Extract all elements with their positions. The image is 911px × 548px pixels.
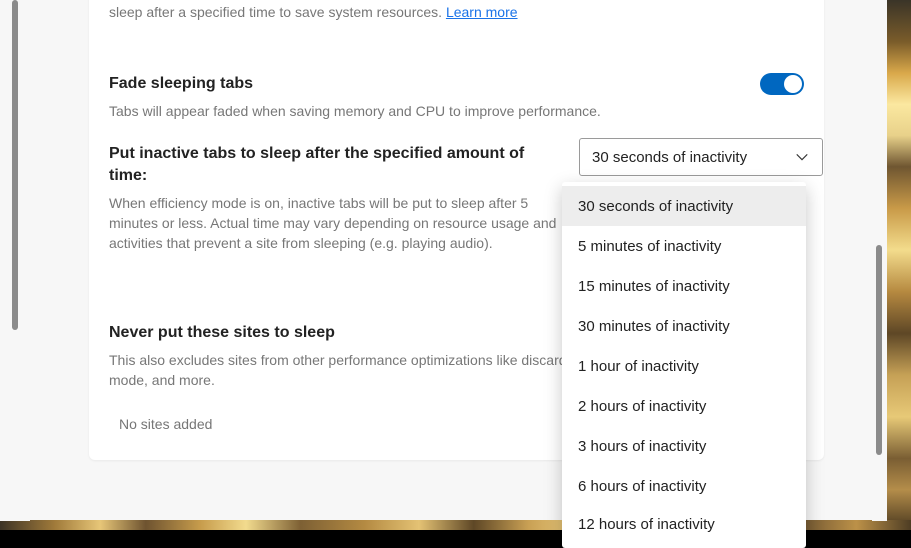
dropdown-option[interactable]: 2 hours of inactivity: [562, 386, 806, 426]
sleep-timeout-select[interactable]: 30 seconds of inactivity: [579, 138, 823, 176]
sleep-timeout-desc: When efficiency mode is on, inactive tab…: [109, 193, 569, 253]
dropdown-option[interactable]: 30 seconds of inactivity: [562, 186, 806, 226]
fade-sleeping-tabs-title: Fade sleeping tabs: [109, 73, 804, 95]
dropdown-option[interactable]: 3 hours of inactivity: [562, 426, 806, 466]
content-scrollbar-thumb[interactable]: [876, 245, 882, 455]
sleeping-tabs-intro-text: sleep after a specified time to save sys…: [109, 4, 518, 20]
learn-more-link[interactable]: Learn more: [446, 4, 518, 20]
sleep-timeout-selected-label: 30 seconds of inactivity: [592, 149, 794, 166]
dropdown-option[interactable]: 30 minutes of inactivity: [562, 306, 806, 346]
sleep-timeout-dropdown[interactable]: 30 seconds of inactivity 5 minutes of in…: [562, 182, 806, 548]
desktop-wallpaper-strip-right: [887, 0, 911, 521]
chevron-down-icon: [794, 149, 810, 165]
fade-sleeping-tabs-desc: Tabs will appear faded when saving memor…: [109, 101, 669, 121]
dropdown-option[interactable]: 15 minutes of inactivity: [562, 266, 806, 306]
dropdown-option[interactable]: 5 minutes of inactivity: [562, 226, 806, 266]
dropdown-option[interactable]: 12 hours of inactivity: [562, 506, 806, 544]
nav-scrollbar-thumb[interactable]: [12, 0, 18, 330]
fade-sleeping-tabs-row: Fade sleeping tabs Tabs will appear fade…: [109, 73, 804, 121]
intro-fragment: sleep after a specified time to save sys…: [109, 4, 446, 20]
fade-sleeping-tabs-toggle[interactable]: [760, 73, 804, 95]
dropdown-option[interactable]: 6 hours of inactivity: [562, 466, 806, 506]
settings-viewport: sleep after a specified time to save sys…: [0, 0, 911, 548]
sleep-timeout-title: Put inactive tabs to sleep after the spe…: [109, 143, 559, 187]
toggle-knob: [784, 75, 802, 93]
dropdown-option[interactable]: 1 hour of inactivity: [562, 346, 806, 386]
sleeping-tabs-intro: sleep after a specified time to save sys…: [109, 2, 804, 22]
